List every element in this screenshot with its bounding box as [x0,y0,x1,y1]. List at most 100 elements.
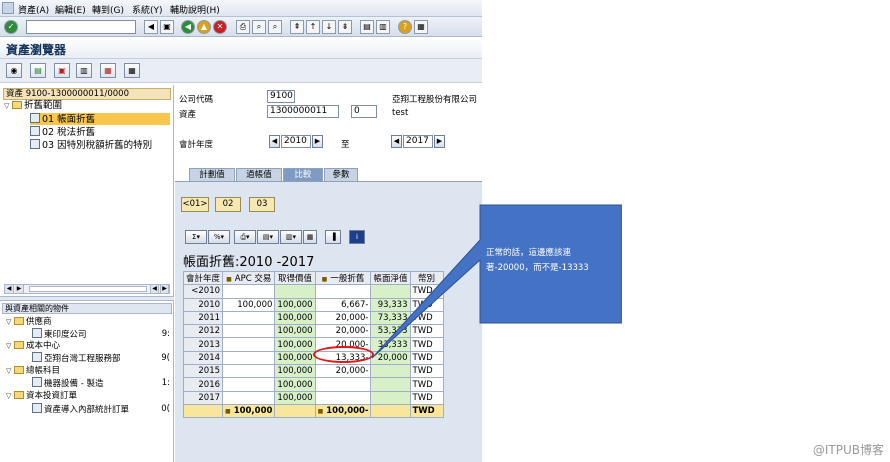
related-group-gl-account[interactable]: ▽ 總帳科目 [6,365,60,377]
cell-acquisition[interactable] [274,284,316,299]
related-item-gl-account[interactable]: 機器設備 - 製造 1: [32,377,172,389]
table-row[interactable]: 2016 100,000 TWD [182,377,444,392]
save-icon[interactable]: ▣ [160,20,174,34]
tab-posted-values[interactable]: 過帳值 [236,168,282,181]
cell-net-book-value[interactable] [370,377,411,392]
cell-apc[interactable] [222,324,276,339]
list-icon[interactable]: ▤ [30,63,46,78]
first-page-icon[interactable]: ⇞ [290,20,304,34]
cell-depreciation[interactable]: 20,000- [314,310,372,326]
views-icon[interactable]: ▤▾ [257,230,279,244]
scroll-left-end-icon[interactable]: ◀ [150,285,159,293]
horizontal-scrollbar[interactable]: ◀ ▶ ◀ ▶ [4,284,170,294]
prev-page-icon[interactable]: ↑ [306,20,320,34]
cell-currency[interactable]: TWD [409,390,444,405]
enter-icon[interactable]: ✓ [4,20,18,34]
cell-apc[interactable] [222,390,276,405]
cell-acquisition[interactable]: 100,000 [274,377,316,392]
range-button-01[interactable]: <01> [181,197,209,212]
cell-fiscal-year[interactable]: 2011 [182,310,224,326]
cell-depreciation[interactable]: 6,667- [314,297,372,312]
related-item-vendor[interactable]: 東印度公司 9: [32,328,172,340]
find-icon[interactable]: ⌕ [252,20,266,34]
menu-goto[interactable]: 轉到(G) [92,3,124,16]
cell-currency[interactable]: TWD [409,364,444,379]
cell-apc[interactable] [222,364,276,379]
layout-menu-icon[interactable]: ▦ [414,20,428,34]
graphic-icon[interactable]: ▐ [325,230,341,244]
cell-depreciation[interactable] [314,377,372,392]
next-page-icon[interactable]: ↓ [322,20,336,34]
tab-parameters[interactable]: 參數 [324,168,358,181]
export-icon[interactable]: ⎙▾ [234,230,256,244]
back-icon[interactable]: ◀ [181,20,195,34]
cell-currency[interactable]: TWD [409,377,444,392]
back-arrow-icon[interactable]: ◀ [144,20,158,34]
last-page-icon[interactable]: ⇟ [338,20,352,34]
cell-fiscal-year[interactable]: 2015 [182,364,224,379]
cell-fiscal-year[interactable]: 2017 [182,390,224,405]
range-button-03[interactable]: 03 [249,197,275,212]
sum-icon[interactable]: Σ▾ [185,230,207,244]
menu-system[interactable]: 系統(Y) [132,3,163,16]
menu-asset[interactable]: 資產(A) [18,3,49,16]
cancel-icon[interactable]: ✕ [213,20,227,34]
cell-acquisition[interactable]: 100,000 [274,310,316,326]
table-icon[interactable]: ▦ [124,63,140,78]
cell-net-book-value[interactable] [370,390,411,405]
grid-icon[interactable]: ▦ [303,230,317,244]
cell-acquisition[interactable]: 100,000 [274,297,316,312]
cell-fiscal-year[interactable]: 2010 [182,297,224,312]
scroll-right-icon[interactable]: ▶ [160,285,169,293]
tree-node-depreciation-areas[interactable]: ▽ 折舊範圍 [4,100,62,112]
related-group-vendor[interactable]: ▽ 供應商 [6,316,52,328]
company-code-field[interactable]: 9100 [267,90,295,103]
column-header-acquisition[interactable]: 取得價值 [274,270,316,286]
cell-fiscal-year[interactable]: 2012 [182,324,224,339]
cell-apc[interactable] [222,337,276,352]
exit-icon[interactable]: ▲ [197,20,211,34]
year-from-prev-icon[interactable]: ◀ [269,135,280,148]
cell-acquisition[interactable]: 100,000 [274,390,316,405]
new-session-icon[interactable]: ▤ [360,20,374,34]
menu-help[interactable]: 輔助說明(H) [170,3,220,16]
cell-apc[interactable] [222,310,276,326]
cell-apc[interactable] [222,377,276,392]
table-row[interactable]: 2015 100,000 20,000- TWD [182,364,444,379]
scroll-left-icon[interactable]: ◀ [5,285,14,293]
subtotal-icon[interactable]: %▾ [208,230,230,244]
panel-splitter[interactable] [0,296,174,301]
tree-item-01[interactable]: 01 帳面折舊 [30,113,170,125]
layout-icon[interactable]: ▥▾ [280,230,302,244]
print-icon[interactable]: ⎙ [236,20,250,34]
related-item-investment-order[interactable]: 資產導入內部統計訂單 0( [32,403,172,415]
year-to-next-icon[interactable]: ▶ [434,135,445,148]
system-menu-icon[interactable] [2,2,14,14]
cell-fiscal-year[interactable]: 2016 [182,377,224,392]
asset-number-field[interactable]: 1300000011 [267,105,339,118]
related-group-cost-center[interactable]: ▽ 成本中心 [6,340,60,352]
cell-acquisition[interactable]: 100,000 [274,350,316,366]
cell-depreciation[interactable]: 20,000- [314,364,372,379]
cell-acquisition[interactable]: 100,000 [274,364,316,379]
find-next-icon[interactable]: ⌕ [268,20,282,34]
cell-fiscal-year[interactable]: 2014 [182,350,224,366]
column-header-fiscal-year[interactable]: 會計年度 [182,270,224,286]
range-button-02[interactable]: 02 [215,197,241,212]
column-header-apc[interactable]: ■ APC 交易 [222,270,276,286]
menu-edit[interactable]: 編輯(E) [55,3,86,16]
year-from-field[interactable]: 2010 [281,135,311,148]
related-group-investment-order[interactable]: ▽ 資本投資訂單 [6,390,77,402]
cell-apc[interactable]: 100,000 [222,297,276,312]
scroll-thumb[interactable] [29,286,147,292]
cell-apc[interactable] [222,350,276,366]
table-row[interactable]: 2017 100,000 TWD [182,390,444,405]
object-icon[interactable]: ▣ [54,63,70,78]
cell-acquisition[interactable]: 100,000 [274,337,316,352]
cell-depreciation[interactable] [314,390,372,405]
column-header-depreciation[interactable]: ■ 一般折舊 [314,270,372,286]
info-icon[interactable]: i [349,230,365,244]
command-field[interactable] [26,20,136,34]
scroll-right-small-icon[interactable]: ▶ [15,285,24,293]
year-from-next-icon[interactable]: ▶ [312,135,323,148]
